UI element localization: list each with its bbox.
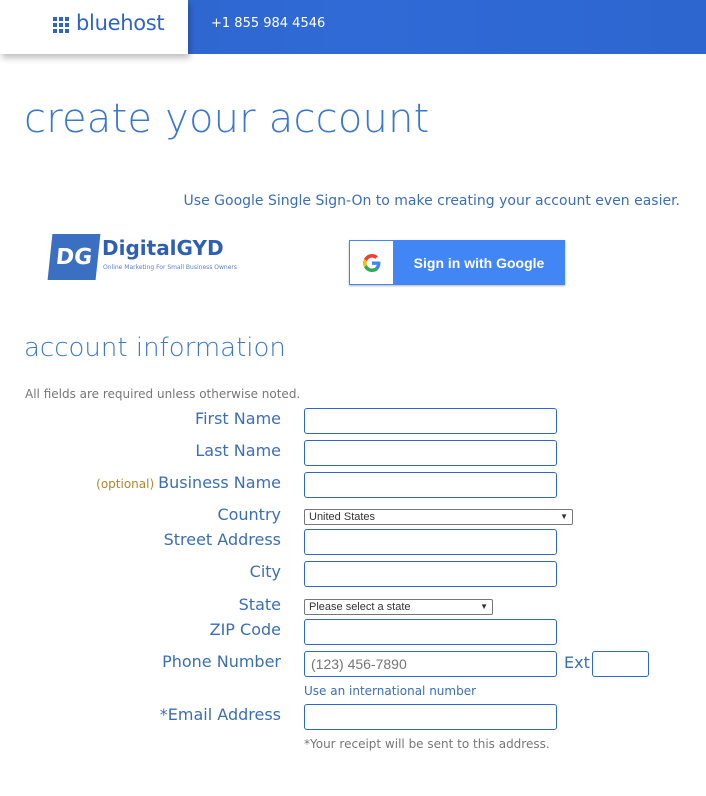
dg-name: DigitalGYD: [102, 236, 224, 260]
phone-number-label: Phone Number: [162, 652, 281, 671]
street-address-input[interactable]: [304, 529, 557, 555]
dg-badge: DG: [47, 234, 101, 280]
country-label: Country: [217, 505, 281, 524]
email-address-label: *Email Address: [159, 705, 281, 724]
country-select[interactable]: United States ▼: [304, 509, 573, 525]
zip-code-label: ZIP Code: [209, 620, 281, 639]
first-name-label: First Name: [195, 409, 281, 428]
street-address-label: Street Address: [163, 530, 281, 549]
brand-name: bluehost: [76, 11, 165, 35]
business-name-input[interactable]: [304, 472, 557, 498]
grid-icon: [53, 17, 69, 33]
optional-marker: (optional): [96, 477, 155, 491]
page-title: create your account: [24, 96, 430, 142]
city-label: City: [249, 562, 281, 581]
top-bar: bluehost +1 855 984 4546: [0, 0, 706, 54]
bluehost-logo[interactable]: bluehost: [0, 0, 188, 54]
city-input[interactable]: [304, 561, 557, 587]
sso-description: Use Google Single Sign-On to make creati…: [183, 193, 680, 209]
google-g-icon: [350, 241, 393, 284]
business-name-label: Business Name: [158, 473, 281, 492]
email-note: *Your receipt will be sent to this addre…: [304, 737, 550, 751]
business-name-label-row: (optional) Business Name: [96, 473, 281, 492]
required-note: All fields are required unless otherwise…: [25, 387, 301, 401]
dropdown-arrow-icon: ▼: [560, 512, 568, 521]
zip-code-input[interactable]: [304, 619, 557, 645]
dropdown-arrow-icon: ▼: [480, 602, 488, 611]
sign-in-with-google-button[interactable]: Sign in with Google: [349, 240, 565, 285]
state-value: Please select a state: [309, 601, 411, 613]
digitalgyd-watermark: DG DigitalGYD Online Marketing For Small…: [47, 234, 240, 282]
international-number-link[interactable]: Use an international number: [304, 684, 476, 698]
section-title: account information: [24, 333, 286, 363]
state-label: State: [238, 595, 281, 614]
phone-number-input[interactable]: [304, 651, 557, 677]
last-name-label: Last Name: [195, 441, 281, 460]
state-select[interactable]: Please select a state ▼: [304, 599, 493, 615]
first-name-input[interactable]: [304, 408, 557, 434]
email-address-input[interactable]: [304, 704, 557, 730]
ext-input[interactable]: [592, 651, 649, 677]
last-name-input[interactable]: [304, 440, 557, 466]
phone-number-link[interactable]: +1 855 984 4546: [211, 16, 325, 31]
ext-label: Ext: [564, 653, 590, 672]
dg-tagline: Online Marketing For Small Business Owne…: [103, 264, 238, 271]
country-value: United States: [309, 511, 376, 523]
google-button-label: Sign in with Google: [413, 254, 545, 271]
